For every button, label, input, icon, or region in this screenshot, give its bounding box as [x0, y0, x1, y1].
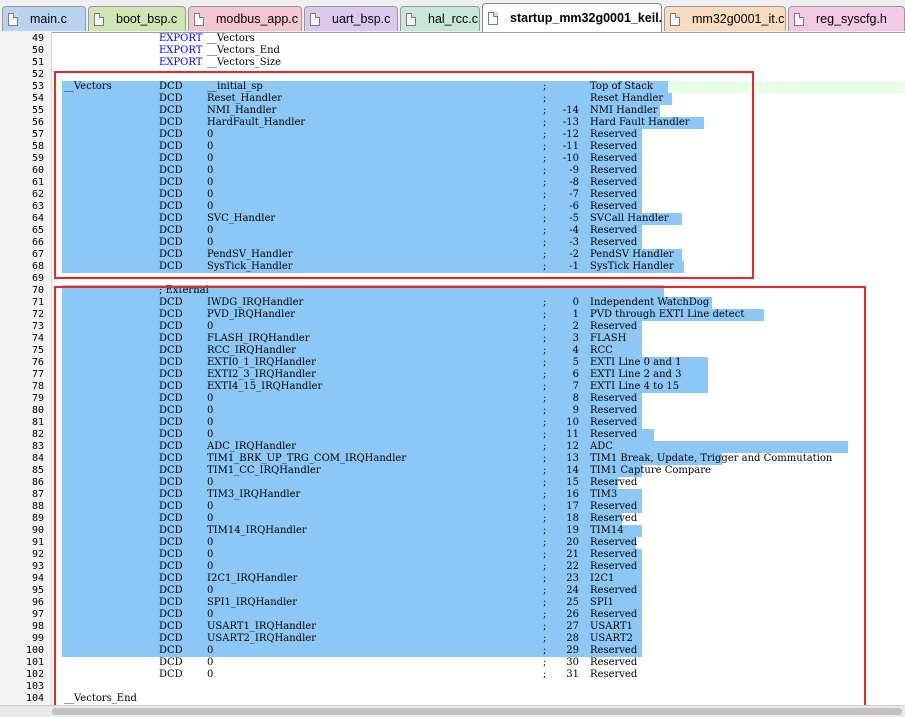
code-token-c2: EXPORT [159, 33, 203, 44]
tab-main-c[interactable]: main.c [2, 6, 86, 31]
line-number: 49 [31, 33, 44, 44]
tab-mm32g0001-it-c[interactable]: mm32g0001_it.c [664, 6, 786, 31]
code-token-c3: __Vectors_End [207, 45, 280, 56]
line-number: 78 [31, 381, 44, 392]
line-number: 101 [25, 657, 44, 668]
line-number: 104 [25, 693, 44, 704]
line-number: 92 [31, 549, 44, 560]
line-number: 81 [31, 417, 44, 428]
line-number: 62 [31, 189, 44, 200]
line-number: 95 [31, 585, 44, 596]
tab-reg-syscfg-h[interactable]: reg_syscfg.h [788, 6, 905, 31]
line-number: 83 [31, 441, 44, 452]
line-number: 82 [31, 429, 44, 440]
line-number: 68 [31, 261, 44, 272]
line-number: 53 [31, 81, 44, 92]
code-token-c2: EXPORT [159, 45, 203, 56]
line-number: 75 [31, 345, 44, 356]
line-number: 65 [31, 225, 44, 236]
code-token-c2: EXPORT [159, 57, 203, 68]
line-number: 71 [31, 297, 44, 308]
line-number: 70 [31, 285, 44, 296]
line-number: 61 [31, 177, 44, 188]
line-number: 58 [31, 141, 44, 152]
line-number: 52 [31, 69, 44, 80]
scrollbar-thumb[interactable] [52, 708, 902, 715]
line-number: 85 [31, 465, 44, 476]
tab-label: startup_mm32g0001_keil.s [510, 11, 662, 25]
tab-startup-mm32g0001-keil-s[interactable]: startup_mm32g0001_keil.s [482, 3, 662, 32]
tab-label: hal_rcc.c [428, 12, 479, 26]
horizontal-scrollbar[interactable] [0, 705, 905, 717]
line-number: 57 [31, 129, 44, 140]
tab-hal-rcc-c[interactable]: hal_rcc.c [400, 6, 480, 31]
line-number: 102 [25, 669, 44, 680]
file-icon [310, 12, 320, 26]
line-number: 87 [31, 489, 44, 500]
annotation-box [54, 71, 754, 279]
editor-tab-bar: main.c boot_bsp.c modbus_app.c uart_bsp.c ha… [0, 0, 905, 33]
line-number: 80 [31, 405, 44, 416]
line-number: 79 [31, 393, 44, 404]
line-number: 89 [31, 513, 44, 524]
tab-label: reg_syscfg.h [816, 12, 887, 26]
line-number: 90 [31, 525, 44, 536]
line-number: 55 [31, 105, 44, 116]
tab-label: modbus_app.c [216, 12, 299, 26]
line-number: 64 [31, 213, 44, 224]
line-number: 77 [31, 369, 44, 380]
tab-label: uart_bsp.c [332, 12, 391, 26]
tab-label: main.c [30, 12, 67, 26]
line-number: 96 [31, 597, 44, 608]
line-number: 99 [31, 633, 44, 644]
tab-label: mm32g0001_it.c [692, 12, 785, 26]
line-number: 98 [31, 621, 44, 632]
line-number: 60 [31, 165, 44, 176]
file-icon [488, 11, 498, 25]
line-number: 88 [31, 501, 44, 512]
file-icon [670, 12, 680, 26]
line-number: 72 [31, 309, 44, 320]
line-number: 73 [31, 321, 44, 332]
line-number: 86 [31, 477, 44, 488]
line-number: 51 [31, 57, 44, 68]
annotation-box [54, 286, 866, 705]
code-editor[interactable]: EXPORT __Vectors EXPORT __Vectors_End EXPORT… [52, 32, 905, 705]
tab-modbus-app-c[interactable]: modbus_app.c [188, 6, 302, 31]
line-number: 94 [31, 573, 44, 584]
file-icon [794, 12, 804, 26]
line-number: 103 [25, 681, 44, 692]
line-number: 63 [31, 201, 44, 212]
file-icon [94, 12, 104, 26]
line-number: 67 [31, 249, 44, 260]
file-icon [8, 12, 18, 26]
tab-boot-bsp-c[interactable]: boot_bsp.c [88, 6, 186, 31]
line-number: 84 [31, 453, 44, 464]
line-number: 74 [31, 333, 44, 344]
tab-uart-bsp-c[interactable]: uart_bsp.c [304, 6, 398, 31]
file-icon [406, 12, 416, 26]
line-number: 100 [25, 645, 44, 656]
line-number: 54 [31, 93, 44, 104]
code-token-c3: __Vectors_Size [207, 57, 282, 68]
line-number: 66 [31, 237, 44, 248]
line-number: 97 [31, 609, 44, 620]
line-number: 76 [31, 357, 44, 368]
line-number: 59 [31, 153, 44, 164]
line-number: 50 [31, 45, 44, 56]
tab-label: boot_bsp.c [116, 12, 178, 26]
line-number-gutter: 49 50 51 52 53 54 55 56 57 58 59 60 61 62 63 64 65 66 67 68… [0, 32, 52, 705]
line-number: 56 [31, 117, 44, 128]
line-number: 91 [31, 537, 44, 548]
line-number: 93 [31, 561, 44, 572]
line-number: 69 [31, 273, 44, 284]
file-icon [194, 12, 204, 26]
code-token-c3: __Vectors [207, 33, 255, 44]
